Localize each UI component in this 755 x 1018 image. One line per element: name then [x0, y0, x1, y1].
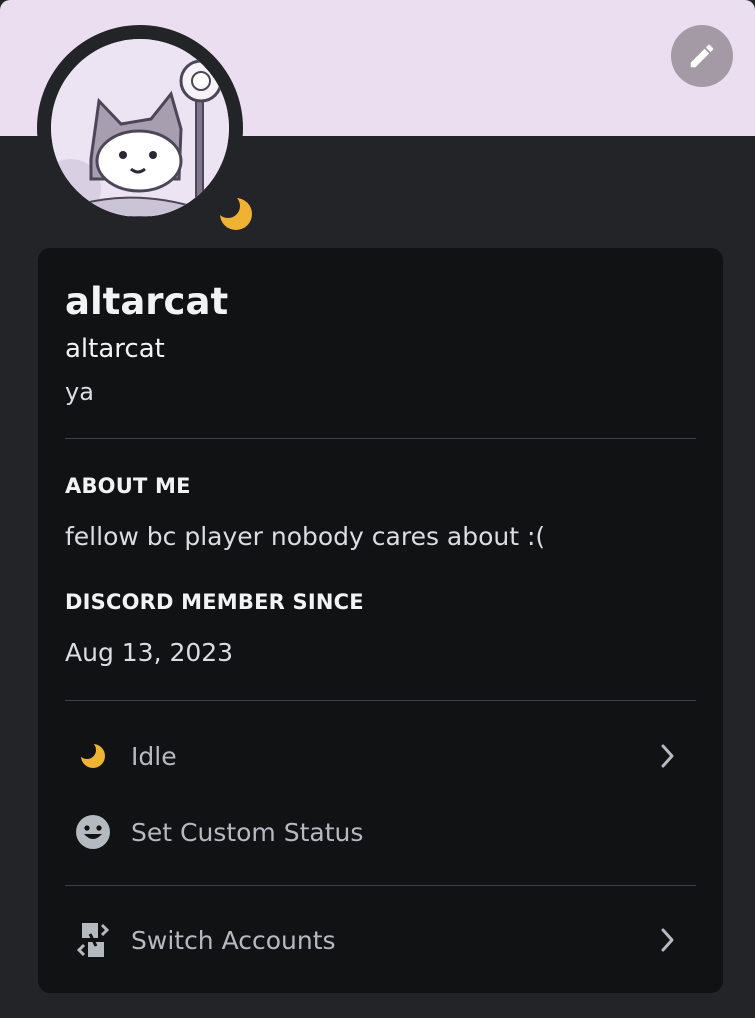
- set-custom-status-item[interactable]: Set Custom Status: [65, 802, 696, 862]
- avatar-container[interactable]: [37, 25, 267, 245]
- user-profile-popout: altarcat altarcat ya ABOUT ME fellow bc …: [0, 0, 755, 1018]
- about-me-title: ABOUT ME: [65, 474, 191, 498]
- edit-profile-button[interactable]: [671, 25, 733, 87]
- chevron-right-icon: [661, 744, 674, 768]
- custom-status-label: Set Custom Status: [131, 817, 364, 847]
- divider: [65, 885, 696, 886]
- switch-accounts-item[interactable]: Switch Accounts: [65, 910, 696, 970]
- pencil-icon: [690, 44, 714, 68]
- chevron-right-icon: [661, 928, 674, 952]
- divider: [65, 438, 696, 439]
- switch-accounts-label: Switch Accounts: [131, 925, 336, 955]
- idle-moon-icon: [216, 194, 252, 230]
- about-me-text: fellow bc player nobody cares about :(: [65, 522, 546, 551]
- avatar: [51, 39, 229, 217]
- member-since-date: Aug 13, 2023: [65, 638, 234, 667]
- smiley-icon: [73, 812, 113, 852]
- divider: [65, 700, 696, 701]
- idle-moon-icon: [73, 736, 113, 776]
- member-since-title: DISCORD MEMBER SINCE: [65, 590, 364, 614]
- display-name: altarcat: [65, 280, 229, 323]
- pronouns: ya: [65, 378, 94, 406]
- profile-card: altarcat altarcat ya ABOUT ME fellow bc …: [38, 248, 723, 993]
- status-label: Idle: [131, 741, 177, 771]
- status-indicator: [205, 183, 267, 245]
- username: altarcat: [65, 334, 165, 364]
- switch-accounts-icon: [73, 920, 113, 960]
- status-menu-item[interactable]: Idle: [65, 726, 696, 786]
